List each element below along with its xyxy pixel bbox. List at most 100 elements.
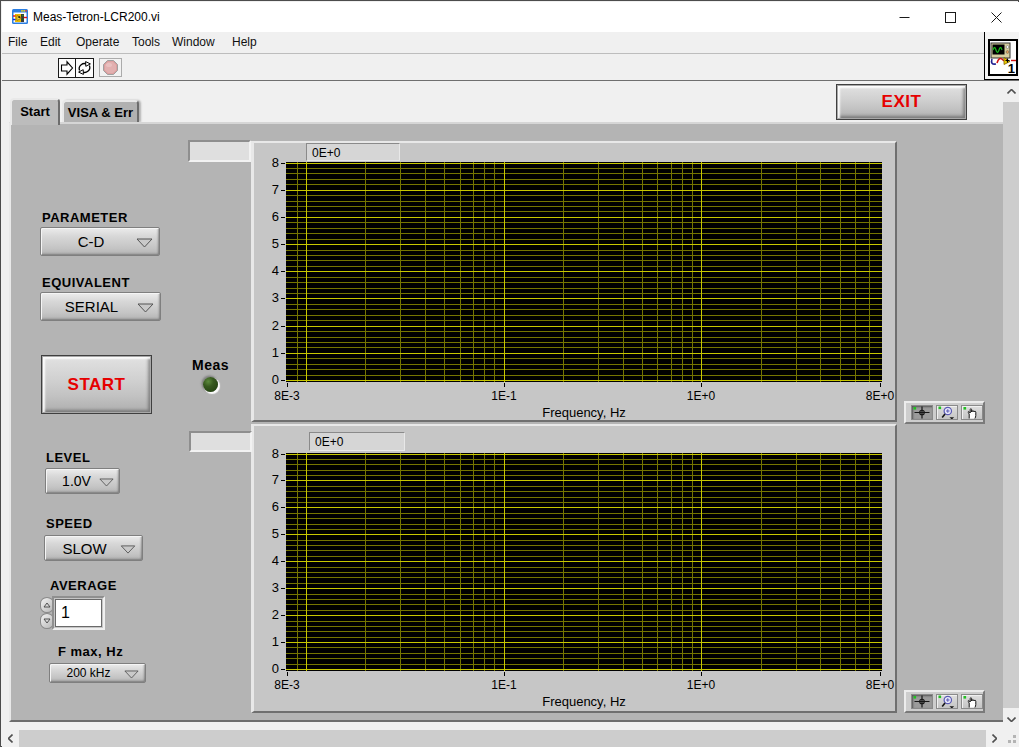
average-value: 1 [61, 604, 70, 622]
decrement-arrow-icon [43, 618, 51, 624]
upper-graph-xaxis-title: Frequency, Hz [524, 405, 644, 420]
chevron-up-icon [1007, 89, 1016, 94]
level-ring[interactable]: 1.0V [45, 468, 120, 494]
vertical-scroll-thumb[interactable] [1003, 102, 1019, 708]
lower-graph-xtickmark [504, 672, 505, 676]
run-arrow-icon [59, 59, 75, 77]
upper-graph-xtickmark [504, 383, 505, 387]
equivalent-label: EQUIVALENT [42, 275, 130, 290]
start-button[interactable]: START [41, 355, 152, 414]
dropdown-arrow-icon [124, 670, 139, 679]
close-button[interactable] [973, 2, 1019, 32]
abort-button[interactable] [99, 58, 122, 77]
tab-start[interactable]: Start [10, 98, 60, 125]
upper-graph-ytick: 2 [255, 318, 279, 333]
upper-graph-indicator [188, 140, 251, 162]
toolbar [2, 55, 1019, 81]
speed-ring[interactable]: SLOW [44, 535, 143, 561]
scroll-left-button[interactable] [2, 730, 19, 747]
meas-led[interactable] [203, 377, 218, 392]
upper-graph-ytick: 8 [255, 155, 279, 170]
upper-graph-ytick: 4 [255, 263, 279, 278]
crosshair-cursor-icon [912, 406, 932, 419]
lower-graph-plot-area[interactable] [286, 453, 882, 671]
lower-graph-ytick: 0 [255, 661, 279, 676]
menu-file[interactable]: File [8, 35, 27, 49]
upper-graph-ytickmark [281, 298, 285, 299]
run-button[interactable] [58, 58, 76, 78]
upper-graph-ytickmark [281, 326, 285, 327]
tab-page-start: PARAMETER C-D EQUIVALENT SERIAL START Me… [9, 122, 1003, 722]
minimize-icon [899, 12, 910, 23]
upper-graph-ytickmark [281, 190, 285, 191]
minimize-button[interactable] [881, 2, 927, 32]
tab-visa-err[interactable]: VISA & Err [62, 100, 139, 122]
scroll-up-button[interactable] [1003, 81, 1019, 102]
upper-graph-ytick: 0 [255, 372, 279, 387]
fmax-ring[interactable]: 200 kHz [49, 663, 146, 683]
vertical-scrollbar[interactable] [1003, 81, 1019, 730]
lower-graph-xtick: 8E-3 [265, 678, 309, 692]
upper-graph-xtickmark [880, 383, 881, 387]
upper-graph-ytickmark [281, 353, 285, 354]
lower-graph-zoom-tool-button[interactable] [936, 694, 958, 709]
lower-graph-ytickmark [281, 588, 285, 589]
lower-graph-ytick: 3 [255, 580, 279, 595]
dropdown-arrow-icon [137, 303, 154, 313]
run-continuously-button[interactable] [75, 58, 94, 78]
menu-window[interactable]: Window [172, 35, 215, 49]
speed-label: SPEED [46, 516, 93, 531]
lower-graph-pan-tool-button[interactable] [961, 694, 983, 709]
scroll-down-button[interactable] [1003, 708, 1019, 730]
maximize-button[interactable] [927, 2, 973, 32]
upper-graph-cursor-value: 0E+0 [312, 146, 340, 160]
grip-dot [1013, 740, 1016, 743]
level-label: LEVEL [46, 450, 90, 465]
upper-graph-plot-area[interactable] [286, 162, 882, 382]
menu-edit[interactable]: Edit [40, 35, 61, 49]
upper-graph-ytickmark [281, 380, 285, 381]
vi-icon[interactable]: 1 [988, 39, 1018, 76]
average-label: AVERAGE [50, 578, 117, 593]
zoom-magnifier-icon [937, 695, 957, 708]
upper-graph-cursor-tool-button[interactable] [911, 405, 933, 420]
chevron-right-icon [992, 734, 997, 743]
scroll-right-button[interactable] [986, 730, 1003, 747]
lower-graph-xtickmark [701, 672, 702, 676]
upper-graph-xtickmark [287, 383, 288, 387]
chevron-down-icon [1007, 717, 1016, 722]
upper-graph-xtick: 1E-1 [482, 389, 526, 403]
labview-vi-window-icon [12, 9, 28, 25]
abort-octagon-icon [100, 59, 121, 76]
lower-graph-ytick: 2 [255, 607, 279, 622]
lower-graph-ytickmark [281, 454, 285, 455]
upper-graph-ytickmark [281, 271, 285, 272]
resize-grip[interactable] [1003, 730, 1019, 747]
lower-graph-xtick: 8E+0 [858, 678, 902, 692]
maximize-icon [945, 12, 956, 23]
horizontal-scroll-thumb[interactable] [19, 730, 986, 747]
dropdown-arrow-icon [136, 238, 153, 248]
equivalent-value: SERIAL [65, 298, 118, 315]
upper-graph-zoom-tool-button[interactable] [936, 405, 958, 420]
equivalent-ring[interactable]: SERIAL [40, 292, 161, 321]
titlebar: Meas-Tetron-LCR200.vi [2, 2, 1019, 32]
exit-button[interactable]: EXIT [836, 84, 967, 120]
lower-graph-ytick: 8 [255, 446, 279, 461]
vi-icon-pane: 1 [984, 32, 1019, 80]
lower-graph-palette [904, 690, 985, 713]
menu-tools[interactable]: Tools [132, 35, 160, 49]
upper-graph-xtickmark [701, 383, 702, 387]
lower-graph-cursor-tool-button[interactable] [911, 694, 933, 709]
parameter-ring[interactable]: C-D [40, 227, 160, 256]
menu-help[interactable]: Help [232, 35, 257, 49]
horizontal-scrollbar[interactable] [2, 730, 1003, 747]
menu-operate[interactable]: Operate [76, 35, 119, 49]
lower-graph-ytickmark [281, 642, 285, 643]
average-input[interactable]: 1 [55, 599, 102, 627]
zoom-magnifier-icon [937, 406, 957, 419]
meas-label: Meas [192, 357, 229, 373]
close-icon [991, 12, 1002, 23]
upper-graph-pan-tool-button[interactable] [961, 405, 983, 420]
window-title: Meas-Tetron-LCR200.vi [33, 10, 160, 24]
